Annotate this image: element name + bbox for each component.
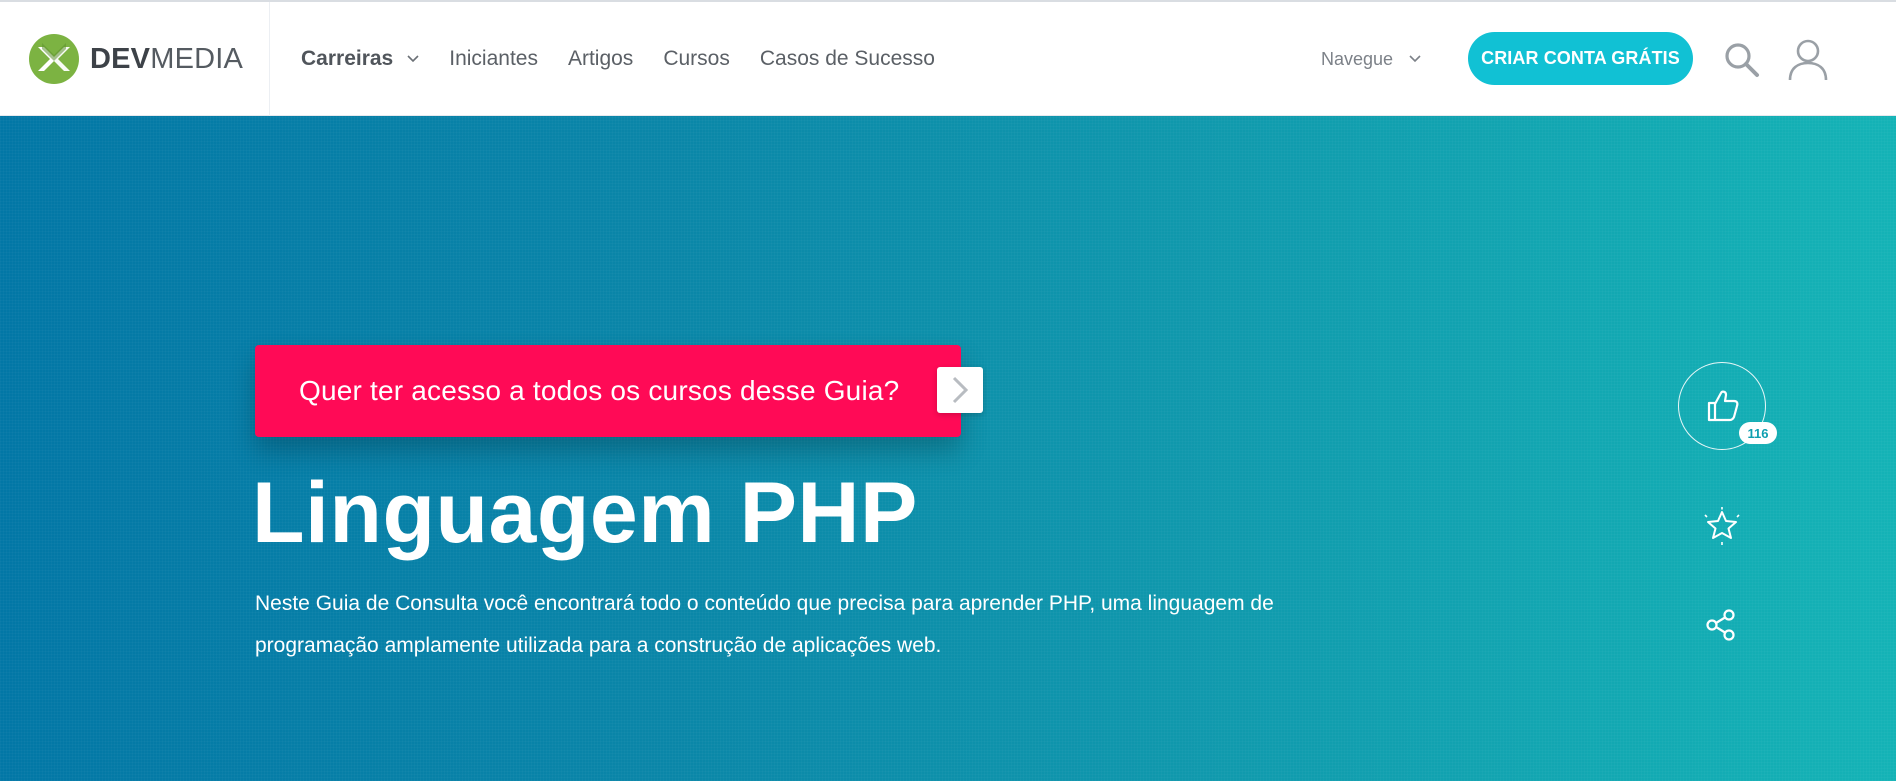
share-button[interactable] [1704,608,1738,642]
create-account-button[interactable]: CRIAR CONTA GRÁTIS [1468,32,1693,85]
nav-item-label: Casos de Sucesso [759,47,935,70]
star-icon [1704,507,1740,545]
chevron-down-icon [1409,55,1421,63]
promo-text: Quer ter acesso a todos os cursos desse … [299,375,900,406]
user-account-button[interactable] [1786,38,1830,82]
devmedia-logo[interactable]: DEVMEDIA [28,33,243,85]
hero-banner: Quer ter acesso a todos os cursos desse … [0,116,1896,781]
nav-item-carreiras[interactable]: Carreiras [301,47,419,71]
nav-item-casos-de-sucesso[interactable]: Casos de Sucesso [760,47,935,71]
navegue-dropdown[interactable]: Navegue [1321,2,1421,116]
share-icon [1706,609,1735,641]
nav-item-label: Cursos [663,47,730,70]
chevron-right-icon [952,376,969,404]
page-description: Neste Guia de Consulta você encontrará t… [255,592,1274,657]
user-icon [1788,39,1828,81]
navegue-label: Navegue [1321,48,1394,69]
nav-item-artigos[interactable]: Artigos [568,47,633,71]
search-icon [1725,43,1759,77]
thumbs-up-icon [1707,390,1739,422]
chevron-down-icon [407,55,419,63]
logo-media-text: MEDIA [150,42,244,75]
nav-item-label: Carreiras [301,47,394,70]
nav-item-label: Iniciantes [449,47,538,70]
search-button[interactable] [1722,40,1762,80]
favorite-button[interactable] [1702,506,1742,546]
promo-arrow-button[interactable] [937,367,983,413]
site-header: DEVMEDIA Carreiras Iniciantes Artigos Cu… [0,2,1896,116]
logo-dev-text: DEV [90,42,151,75]
like-count-badge: 116 [1739,422,1777,444]
nav-item-label: Artigos [567,47,634,70]
page-title: Linguagem PHP [252,465,918,561]
devmedia-logo-icon [29,34,79,84]
courses-access-banner[interactable]: Quer ter acesso a todos os cursos desse … [255,345,983,437]
logo-wordmark: DEVMEDIA [90,42,244,75]
header-divider [269,2,270,116]
main-nav: Carreiras Iniciantes Artigos Cursos Caso… [301,2,965,116]
nav-item-cursos[interactable]: Cursos [663,47,730,71]
nav-item-iniciantes[interactable]: Iniciantes [449,47,538,71]
